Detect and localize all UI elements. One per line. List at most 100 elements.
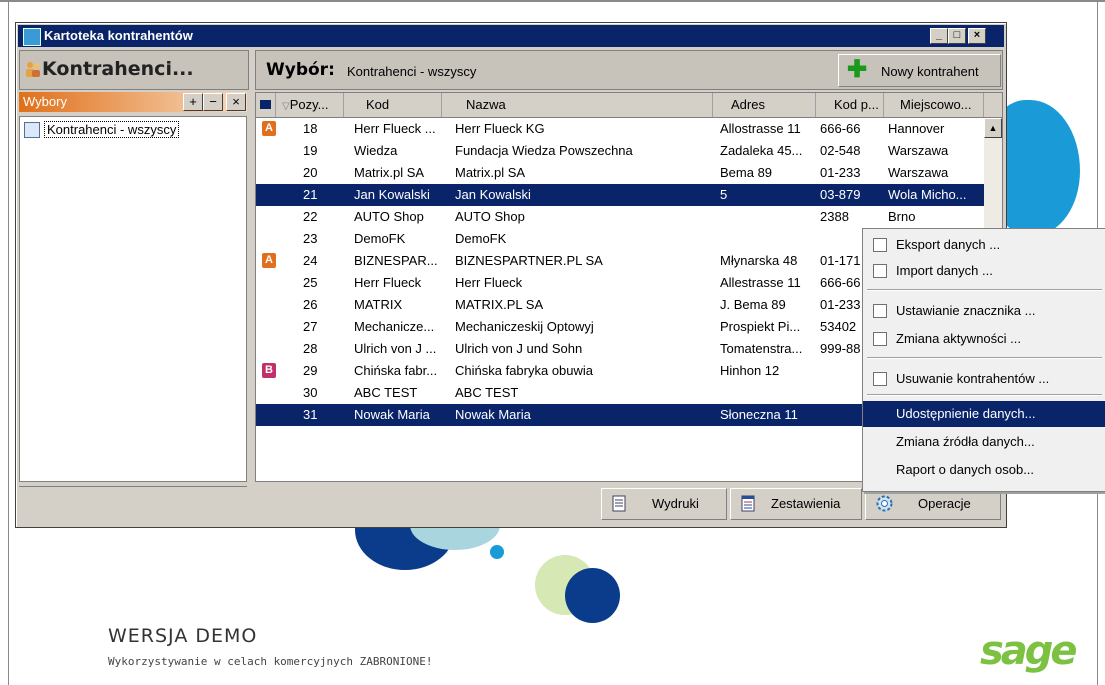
print-label: Wydruki (652, 496, 699, 511)
close-selection-button[interactable]: × (226, 93, 246, 111)
table-cell-adres: Allostrasse 11 (720, 121, 801, 136)
table-cell-nazwa: Mechaniczeskij Optowyj (455, 319, 594, 334)
table-cell-pos: 20 (303, 165, 318, 180)
title-bar[interactable]: Kartoteka kontrahentów _ □ × (18, 25, 1004, 47)
table-cell-kod: Matrix.pl SA (354, 165, 425, 180)
table-cell-nazwa: ABC TEST (455, 385, 519, 400)
menu-item[interactable]: Usuwanie kontrahentów ... (863, 366, 1105, 392)
menu-checkbox-icon (873, 332, 887, 346)
menu-item[interactable]: Raport o danych osob... (863, 457, 1105, 483)
menu-item-label: Ustawianie znacznika ... (896, 303, 1036, 318)
column-header-adres[interactable]: Adres (713, 93, 816, 117)
print-icon (612, 495, 626, 512)
kontrahenci-panel-header: Kontrahenci... (19, 50, 249, 90)
column-marker[interactable] (256, 93, 276, 117)
table-cell-pos: 26 (303, 297, 318, 312)
demo-version-title: WERSJA DEMO (108, 625, 258, 647)
selection-header: Wybór: Kontrahenci - wszyscy ✚ Nowy kont… (255, 50, 1003, 90)
table-cell-kodp: 03-879 (820, 187, 861, 202)
menu-item[interactable]: Import danych ... (863, 258, 1105, 284)
status-badge: B (262, 363, 276, 378)
table-cell-pos: 28 (303, 341, 318, 356)
minimize-button[interactable]: _ (930, 28, 948, 44)
table-cell-kodp: 01-233 (820, 165, 861, 180)
table-cell-nazwa: Fundacja Wiedza Powszechna (455, 143, 633, 158)
table-cell-nazwa: Matrix.pl SA (455, 165, 526, 180)
table-cell-kod: Chińska fabr... (354, 363, 438, 378)
operations-context-menu: Eksport danych ... Import danych ... Ustaw… (862, 228, 1105, 492)
table-cell-pos: 25 (303, 275, 318, 290)
column-header-kod[interactable]: Kod (344, 93, 442, 117)
menu-item[interactable]: Udostępnienie danych... (863, 401, 1105, 427)
table-row[interactable]: 19 Wiedza Fundacja Wiedza Powszechna Zadale… (256, 140, 984, 162)
menu-item-label: Udostępnienie danych... (896, 406, 1036, 421)
table-cell-kodp: 666-66 (820, 121, 861, 136)
people-icon (26, 62, 40, 77)
reports-button[interactable]: Zestawienia (730, 488, 862, 520)
table-cell-kodp: 2388 (820, 209, 849, 224)
menu-item[interactable]: Ustawianie znacznika ... (863, 298, 1105, 324)
maximize-button[interactable]: □ (948, 28, 966, 44)
menu-checkbox-icon (873, 372, 887, 386)
table-cell-kod: ABC TEST (354, 385, 418, 400)
panel-title: Kontrahenci... (42, 58, 194, 80)
table-row[interactable]: 20 Matrix.pl SA Matrix.pl SA Bema 89 01-233 W… (256, 162, 984, 184)
add-selection-button[interactable]: + (183, 93, 203, 111)
table-cell-kod: Herr Flueck ... (354, 121, 436, 136)
operations-button[interactable]: Operacje (865, 488, 1001, 520)
table-cell-adres: Hinhon 12 (720, 363, 780, 378)
table-cell-pos: 24 (303, 253, 318, 268)
new-contractor-button[interactable]: ✚ Nowy kontrahent (838, 54, 1001, 87)
screen-frame-left (8, 0, 9, 685)
status-badge: A (262, 121, 276, 136)
table-cell-kod: Herr Flueck (354, 275, 422, 290)
report-list-icon (741, 495, 755, 512)
table-cell-kod: AUTO Shop (354, 209, 424, 224)
table-cell-pos: 21 (303, 187, 318, 202)
kartoteka-window: Kartoteka kontrahentów _ □ × Kontrahenci… (15, 22, 1007, 528)
print-button[interactable]: Wydruki (601, 488, 727, 520)
menu-separator (867, 357, 1102, 359)
search-people-icon (24, 122, 40, 138)
table-cell-kod: MATRIX (354, 297, 403, 312)
menu-item-label: Usuwanie kontrahentów ... (896, 371, 1050, 386)
column-header-miejscowosc[interactable]: Miejscowo... (884, 93, 984, 117)
wybory-label: Wybory (23, 94, 67, 109)
table-cell-pos: 30 (303, 385, 318, 400)
table-cell-pos: 27 (303, 319, 318, 334)
table-cell-miejsc: Wola Micho... (888, 187, 967, 202)
table-cell-adres: Tomatenstra... (720, 341, 803, 356)
table-cell-nazwa: Jan Kowalski (455, 187, 531, 202)
column-header-nazwa[interactable]: Nazwa (442, 93, 713, 117)
menu-item-label: Eksport danych ... (896, 237, 1001, 252)
menu-item[interactable]: Zmiana źródła danych... (863, 429, 1105, 455)
operations-label: Operacje (918, 496, 971, 511)
table-row[interactable]: A 18 Herr Flueck ... Herr Flueck KG Allostra… (256, 118, 984, 140)
new-contractor-label: Nowy kontrahent (881, 64, 979, 79)
table-cell-adres: Młynarska 48 (720, 253, 798, 268)
menu-separator (867, 394, 1102, 396)
status-badge: A (262, 253, 276, 268)
menu-item[interactable]: Eksport danych ... (863, 232, 1105, 258)
scroll-up-button[interactable]: ▲ (984, 118, 1002, 138)
table-cell-kod: Nowak Maria (354, 407, 430, 422)
table-cell-adres: J. Bema 89 (720, 297, 786, 312)
table-row[interactable]: 22 AUTO Shop AUTO Shop 2388 Brno (256, 206, 984, 228)
column-header-label: Pozy... (289, 97, 329, 112)
table-cell-nazwa: Chińska fabryka obuwia (455, 363, 594, 378)
close-button[interactable]: × (968, 28, 986, 44)
remove-selection-button[interactable]: − (203, 93, 223, 111)
table-cell-miejsc: Warszawa (888, 165, 949, 180)
column-header-pozycja[interactable]: ▽Pozy... (276, 93, 344, 117)
decor-navy-blob-2 (565, 568, 620, 623)
table-row[interactable]: 21 Jan Kowalski Jan Kowalski 5 03-879 Wola Mi… (256, 184, 984, 206)
table-cell-miejsc: Brno (888, 209, 916, 224)
table-cell-nazwa: Herr Flueck (455, 275, 523, 290)
sage-logo: sage (980, 628, 1078, 674)
wybory-bar: Wybory + − × (19, 92, 247, 112)
menu-item[interactable]: Zmiana aktywności ... (863, 326, 1105, 352)
flag-icon (260, 100, 271, 109)
column-header-kod-pocztowy[interactable]: Kod p... (816, 93, 884, 117)
table-cell-nazwa: Ulrich von J und Sohn (455, 341, 583, 356)
table-cell-adres: Bema 89 (720, 165, 773, 180)
